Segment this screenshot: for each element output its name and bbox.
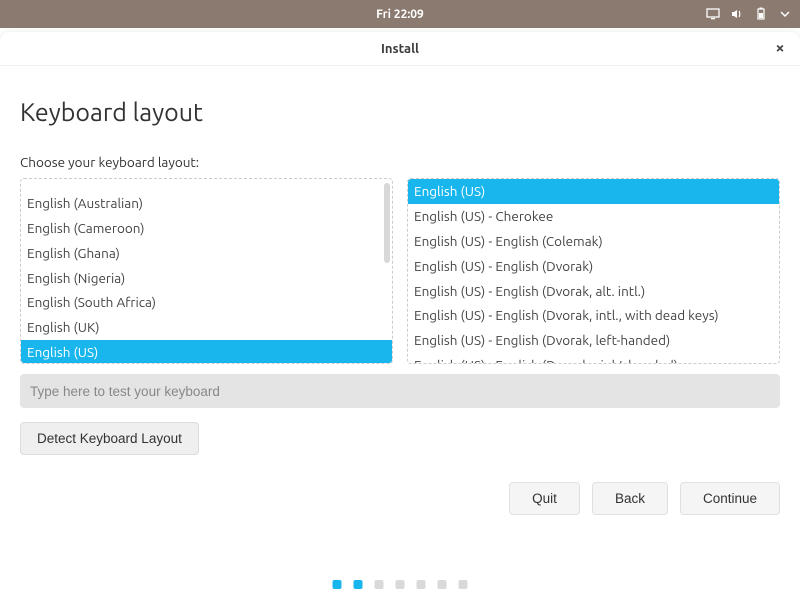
layout-listbox[interactable]: English (Australian)English (Cameroon)En… <box>20 178 393 364</box>
progress-dot <box>417 580 426 589</box>
continue-button[interactable]: Continue <box>680 482 780 515</box>
variant-listbox[interactable]: English (US)English (US) - CherokeeEngli… <box>407 178 780 364</box>
progress-dot <box>333 580 342 589</box>
volume-icon[interactable] <box>730 7 744 21</box>
progress-dot <box>438 580 447 589</box>
list-item[interactable]: English (US) - English (Dvorak, intl., w… <box>408 303 779 328</box>
list-item[interactable]: English (Cameroon) <box>21 216 392 241</box>
status-area[interactable] <box>706 7 792 21</box>
list-item[interactable]: English (Australian) <box>21 191 392 216</box>
list-item[interactable]: English (UK) <box>21 315 392 340</box>
list-item[interactable]: English (US) <box>21 340 392 364</box>
list-item[interactable]: English (US) <box>408 179 779 204</box>
scrollbar[interactable] <box>384 183 390 263</box>
progress-dot <box>375 580 384 589</box>
clock: Fri 22:09 <box>376 8 424 21</box>
keyboard-test-input[interactable] <box>20 374 780 408</box>
display-icon[interactable] <box>706 7 720 21</box>
list-item[interactable]: English (US) - English (Dvorak, left-han… <box>408 328 779 353</box>
footer-buttons: Quit Back Continue <box>509 482 780 515</box>
chevron-down-icon[interactable] <box>778 7 792 21</box>
back-button[interactable]: Back <box>592 482 668 515</box>
list-item[interactable]: English (US) - English (Dvorak, right-ha… <box>408 353 779 364</box>
progress-dot <box>459 580 468 589</box>
list-item[interactable]: English (US) - Cherokee <box>408 204 779 229</box>
list-item[interactable]: English (Ghana) <box>21 241 392 266</box>
list-item[interactable] <box>21 178 392 191</box>
installer-window: Install × Keyboard layout Choose your ke… <box>0 32 800 600</box>
progress-dot <box>396 580 405 589</box>
list-item[interactable]: English (US) - English (Colemak) <box>408 229 779 254</box>
progress-dots <box>333 580 468 589</box>
list-item[interactable]: English (Nigeria) <box>21 266 392 291</box>
quit-button[interactable]: Quit <box>509 482 580 515</box>
page-heading: Keyboard layout <box>20 98 780 126</box>
list-item[interactable]: English (US) - English (Dvorak, alt. int… <box>408 279 779 304</box>
detect-layout-button[interactable]: Detect Keyboard Layout <box>20 422 199 455</box>
system-topbar: Fri 22:09 <box>0 0 800 28</box>
progress-dot <box>354 580 363 589</box>
prompt-label: Choose your keyboard layout: <box>20 154 780 170</box>
close-button[interactable]: × <box>770 38 790 58</box>
list-item[interactable]: English (US) - English (Dvorak) <box>408 254 779 279</box>
window-titlebar: Install × <box>0 32 800 66</box>
keyboard-lists: English (Australian)English (Cameroon)En… <box>20 178 780 364</box>
window-title: Install <box>381 42 419 56</box>
content-area: Keyboard layout Choose your keyboard lay… <box>0 66 800 455</box>
battery-icon[interactable] <box>754 7 768 21</box>
list-item[interactable]: English (South Africa) <box>21 290 392 315</box>
